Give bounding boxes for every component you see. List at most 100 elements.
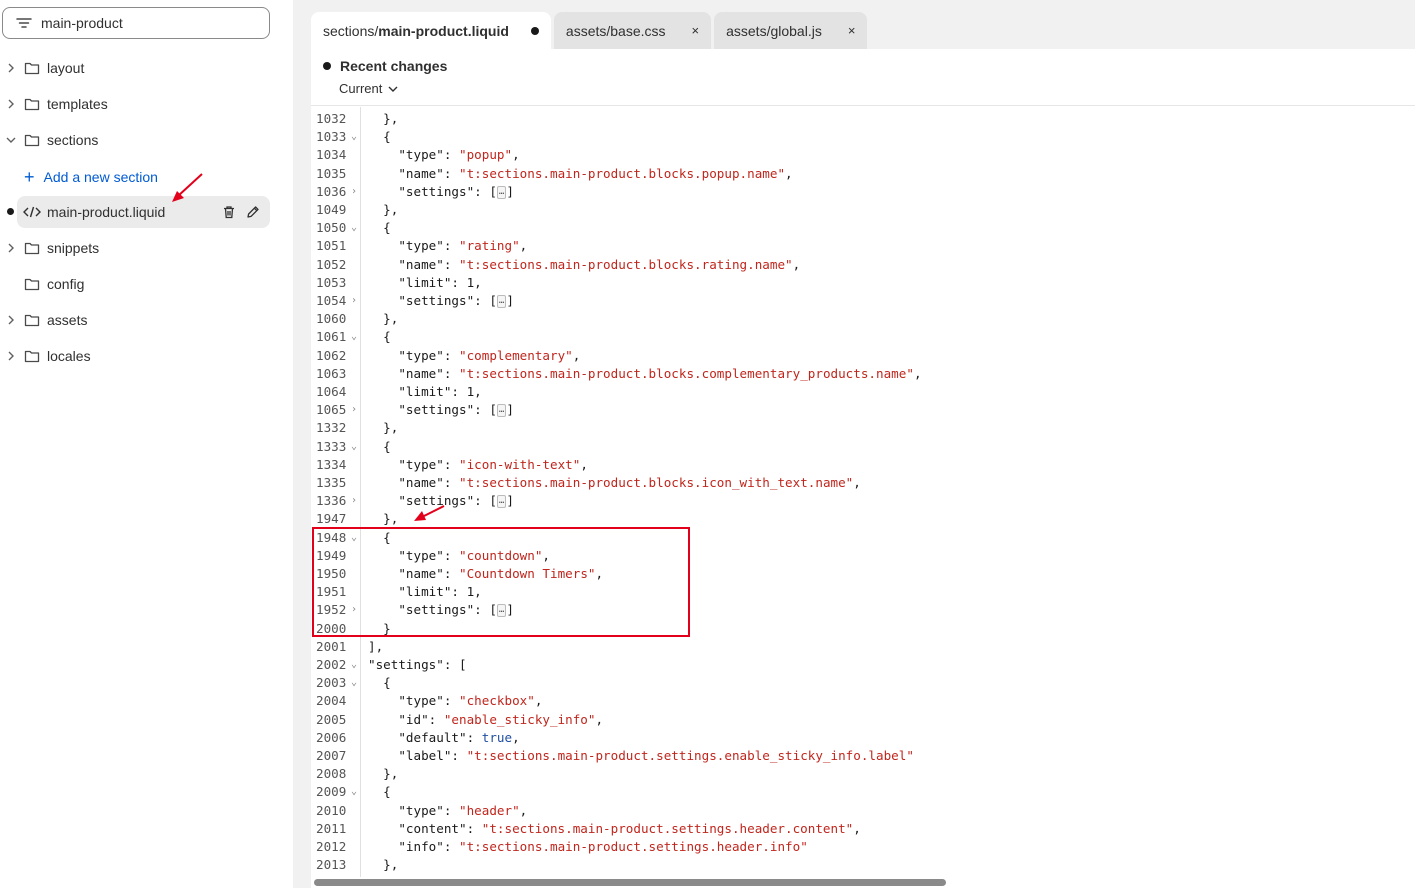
code-line[interactable]: 1335 "name": "t:sections.main-product.bl… [311, 474, 1415, 492]
code-editor[interactable]: 1032 }, 1033 ⌄ {1034 "type": "popup", 1035 … [311, 107, 1415, 877]
code-line[interactable]: 2012 "info": "t:sections.main-product.se… [311, 838, 1415, 856]
code-line[interactable]: 1063 "name": "t:sections.main-product.bl… [311, 365, 1415, 383]
collapsed-region-icon[interactable]: … [496, 495, 507, 509]
close-icon[interactable]: × [692, 23, 700, 38]
line-number: 1062 [316, 347, 347, 363]
line-number: 2005 [316, 711, 347, 727]
line-number: 2003 [316, 675, 347, 691]
line-number: 1053 [316, 274, 347, 290]
code-line[interactable]: 1062 "type": "complementary", [311, 347, 1415, 365]
chevron-right-icon[interactable] [0, 63, 22, 73]
code-line[interactable]: 1053 "limit": 1, [311, 274, 1415, 292]
code-line[interactable]: 1034 "type": "popup", [311, 146, 1415, 164]
code-line[interactable]: 1333 ⌄ { [311, 438, 1415, 456]
chevron-down-icon[interactable] [0, 136, 22, 144]
code-line[interactable]: 1050 ⌄ { [311, 219, 1415, 237]
code-line[interactable]: 2013 }, [311, 856, 1415, 874]
line-number: 2011 [316, 820, 347, 836]
code-text: "type": "checkbox", [368, 693, 543, 709]
trash-icon[interactable] [222, 205, 236, 219]
tab-global-js[interactable]: assets/global.js × [714, 12, 868, 49]
chevron-right-icon[interactable] [0, 243, 22, 253]
fold-closed-icon[interactable]: › [351, 401, 357, 419]
version-select[interactable]: Current [339, 81, 398, 96]
code-line[interactable]: 2009 ⌄ { [311, 783, 1415, 801]
code-line[interactable]: 1336 › "settings": […] [311, 492, 1415, 510]
code-line[interactable]: 1054 › "settings": […] [311, 292, 1415, 310]
chevron-right-icon[interactable] [0, 351, 22, 361]
code-line[interactable]: 1334 "type": "icon-with-text", [311, 456, 1415, 474]
line-number: 2001 [316, 638, 347, 654]
code-line[interactable]: 1033 ⌄ { [311, 128, 1415, 146]
collapsed-region-icon[interactable]: … [496, 404, 507, 418]
version-label: Current [339, 81, 383, 96]
folder-templates[interactable]: templates [0, 88, 270, 120]
chevron-right-icon[interactable] [0, 99, 22, 109]
chevron-down-icon [388, 86, 398, 92]
horizontal-scrollbar[interactable] [314, 879, 946, 886]
code-text: "limit": 1, [368, 274, 482, 290]
tab-main-product-liquid[interactable]: sections/main-product.liquid [311, 12, 551, 49]
folder-locales[interactable]: locales [0, 340, 270, 372]
fold-closed-icon[interactable]: › [351, 492, 357, 510]
collapsed-region-icon[interactable]: … [496, 295, 507, 308]
folder-layout[interactable]: layout [0, 52, 270, 84]
tab-base-css[interactable]: assets/base.css × [553, 12, 712, 49]
line-number: 1036 [316, 183, 347, 199]
folder-assets[interactable]: assets [0, 304, 270, 336]
code-line[interactable]: 2002 ⌄ "settings": [ [311, 656, 1415, 674]
fold-closed-icon[interactable]: › [351, 292, 357, 310]
code-line[interactable]: 2001], [311, 638, 1415, 656]
code-line[interactable]: 2010 "type": "header", [311, 802, 1415, 820]
collapsed-region-icon[interactable]: … [496, 185, 507, 199]
fold-open-icon[interactable]: ⌄ [351, 674, 357, 692]
close-icon[interactable]: × [848, 23, 856, 38]
code-line[interactable]: 1032 }, [311, 110, 1415, 128]
file-search-input[interactable]: main-product [2, 7, 270, 39]
code-text: }, [368, 311, 399, 327]
pencil-icon[interactable] [246, 205, 260, 219]
fold-open-icon[interactable]: ⌄ [351, 328, 357, 346]
chevron-right-icon[interactable] [0, 315, 22, 325]
code-line[interactable]: 1064 "limit": 1, [311, 383, 1415, 401]
line-number: 1060 [316, 311, 347, 327]
code-line[interactable]: 1332 }, [311, 419, 1415, 437]
bullet-icon [323, 62, 331, 70]
folder-sections[interactable]: sections [0, 124, 270, 156]
code-text: }, [368, 420, 399, 436]
code-line[interactable]: 2011 "content": "t:sections.main-product… [311, 820, 1415, 838]
filter-icon [16, 18, 32, 28]
code-line[interactable]: 2003 ⌄ { [311, 674, 1415, 692]
line-number: 2002 [316, 657, 347, 672]
fold-open-icon[interactable]: ⌄ [351, 128, 357, 146]
folder-label: assets [47, 312, 88, 328]
recent-changes-header: Recent changes [323, 58, 447, 74]
code-line[interactable]: 2008 }, [311, 765, 1415, 783]
line-number: 2007 [316, 748, 347, 763]
code-line[interactable]: 2006 "default": true, [311, 729, 1415, 747]
code-line[interactable]: 2007 "label": "t:sections.main-product.s… [311, 747, 1415, 765]
code-line[interactable]: 1035 "name": "t:sections.main-product.bl… [311, 165, 1415, 183]
code-line[interactable]: 1051 "type": "rating", [311, 237, 1415, 255]
code-line[interactable]: 1036 › "settings": […] [311, 183, 1415, 201]
fold-open-icon[interactable]: ⌄ [351, 656, 357, 674]
code-line[interactable]: 1065 › "settings": […] [311, 401, 1415, 419]
code-line[interactable]: 1061 ⌄ { [311, 328, 1415, 346]
code-line[interactable]: 2005 "id": "enable_sticky_info", [311, 711, 1415, 729]
fold-closed-icon[interactable]: › [351, 183, 357, 201]
fold-open-icon[interactable]: ⌄ [351, 219, 357, 237]
code-text: "name": "t:sections.main-product.blocks.… [368, 165, 793, 181]
code-line[interactable]: 1049 }, [311, 201, 1415, 219]
divider [311, 105, 1415, 106]
folder-config[interactable]: config [0, 268, 270, 300]
fold-open-icon[interactable]: ⌄ [351, 783, 357, 801]
file-main-product-liquid[interactable]: main-product.liquid [17, 196, 270, 228]
code-line[interactable]: 2004 "type": "checkbox", [311, 692, 1415, 710]
code-line[interactable]: 1060 }, [311, 310, 1415, 328]
recent-changes-label: Recent changes [340, 58, 448, 74]
code-line[interactable]: 1052 "name": "t:sections.main-product.bl… [311, 256, 1415, 274]
folder-snippets[interactable]: snippets [0, 232, 270, 264]
add-section-link[interactable]: + Add a new section [24, 167, 158, 187]
code-line[interactable]: 1947 }, [311, 510, 1415, 528]
fold-open-icon[interactable]: ⌄ [351, 438, 357, 456]
